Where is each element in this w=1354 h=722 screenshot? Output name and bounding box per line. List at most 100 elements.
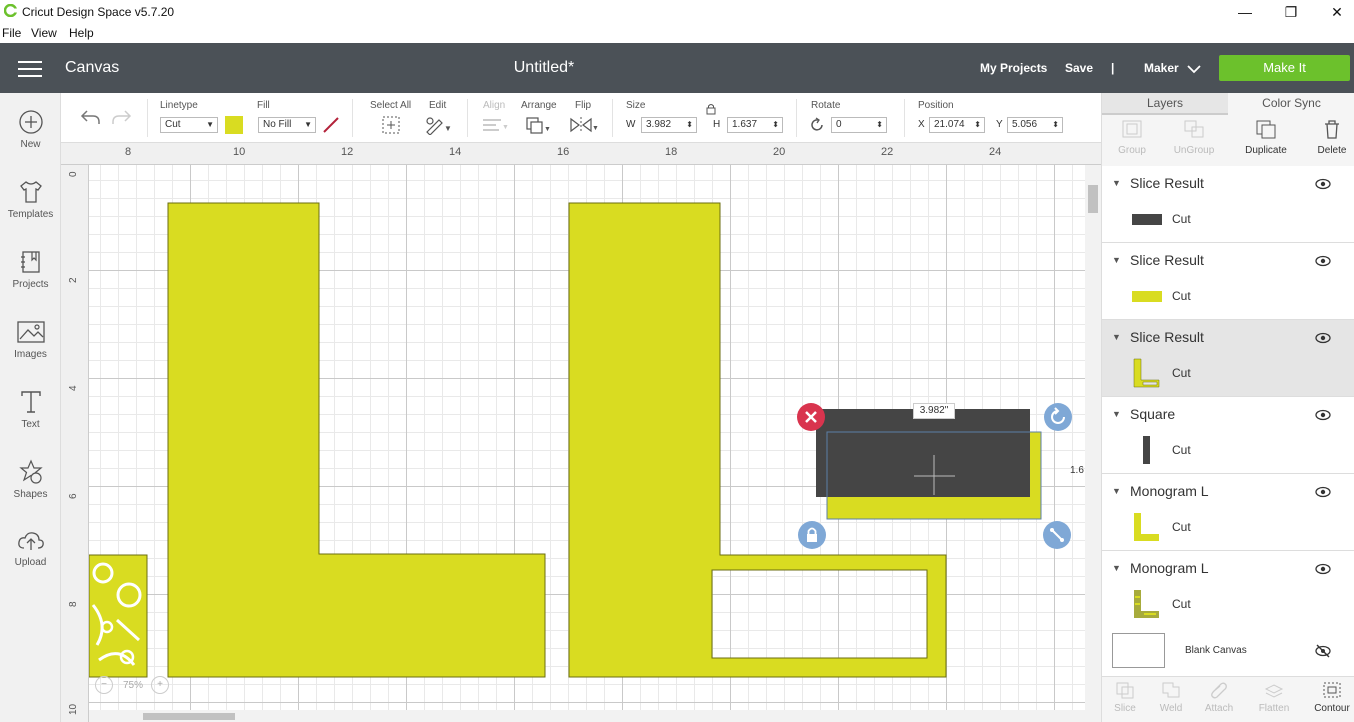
layer-item[interactable]: ▼ Monogram L Cut	[1102, 551, 1354, 628]
zoom-out-button[interactable]: −	[95, 676, 113, 694]
rotate-value: 0	[836, 119, 842, 130]
dark-square-rect[interactable]	[816, 409, 1030, 497]
horizontal-scrollbar[interactable]	[89, 710, 1101, 722]
height-input[interactable]: 1.637 ⬍	[727, 117, 783, 133]
arrange-icon[interactable]: ▼	[525, 115, 553, 135]
linetype-select[interactable]: Cut ▼	[160, 117, 218, 133]
flip-icon[interactable]: ▼	[569, 115, 599, 135]
sidebar-item-label: Templates	[7, 209, 54, 220]
group-button[interactable]: Group	[1102, 119, 1162, 156]
blank-canvas-swatch[interactable]	[1112, 633, 1165, 668]
select-all-icon[interactable]	[381, 115, 401, 135]
width-readout: 3.982"	[913, 403, 955, 419]
edit-tools-icon[interactable]: ▼	[424, 115, 452, 135]
vertical-scrollbar[interactable]	[1085, 165, 1101, 710]
zoom-in-button[interactable]: +	[151, 676, 169, 694]
layer-item-selected[interactable]: ▼ Slice Result Cut	[1102, 320, 1354, 397]
expand-arrow-icon[interactable]: ▼	[1112, 486, 1121, 496]
ruler-tick-label: 10	[68, 703, 79, 715]
tab-color-sync[interactable]: Color Sync	[1228, 93, 1354, 115]
close-window-button[interactable]: ✕	[1322, 2, 1352, 22]
delete-button[interactable]: Delete	[1302, 119, 1354, 156]
y-position-value: 5.056	[1012, 119, 1038, 130]
sidebar-item-new[interactable]: New	[0, 109, 61, 171]
lock-handle-icon[interactable]	[797, 520, 827, 550]
rotate-handle-icon[interactable]	[1043, 402, 1073, 432]
attach-button[interactable]: Attach	[1196, 681, 1242, 714]
weld-button[interactable]: Weld	[1148, 681, 1194, 714]
eye-icon[interactable]	[1315, 332, 1331, 344]
no-fill-swatch-icon[interactable]	[322, 116, 340, 134]
rotate-input[interactable]: 0 ⬍	[831, 117, 887, 133]
menu-help[interactable]: Help	[69, 26, 94, 40]
linetype-color-swatch[interactable]	[225, 116, 243, 134]
fill-select[interactable]: No Fill ▼	[258, 117, 316, 133]
layer-operation: Cut	[1172, 597, 1191, 611]
layer-name: Monogram L	[1130, 560, 1209, 576]
layer-item[interactable]: ▼ Monogram L Cut	[1102, 474, 1354, 551]
maximize-button[interactable]: ❐	[1276, 2, 1306, 22]
machine-select[interactable]: Maker	[1144, 61, 1179, 75]
y-position-input[interactable]: 5.056 ⬍	[1007, 117, 1063, 133]
layer-operation: Cut	[1172, 289, 1191, 303]
design-canvas[interactable]: 3.982" 1.6 − 75% +	[89, 165, 1085, 710]
sidebar-item-projects[interactable]: Projects	[0, 249, 61, 311]
expand-arrow-icon[interactable]: ▼	[1112, 332, 1121, 342]
blank-canvas-row[interactable]: Blank Canvas	[1102, 627, 1354, 677]
resize-handle-icon[interactable]	[1042, 520, 1072, 550]
make-it-button[interactable]: Make It	[1219, 55, 1350, 81]
size-label: Size	[626, 100, 646, 111]
save-button[interactable]: Save	[1065, 61, 1093, 75]
patterned-image[interactable]	[89, 554, 148, 678]
layer-item[interactable]: ▼ Slice Result Cut	[1102, 166, 1354, 243]
eye-icon[interactable]	[1315, 255, 1331, 267]
menu-view[interactable]: View	[31, 26, 57, 40]
eye-icon[interactable]	[1315, 409, 1331, 421]
layer-item[interactable]: ▼ Slice Result Cut	[1102, 243, 1354, 320]
align-label: Align	[483, 100, 506, 111]
contour-label: Contour	[1314, 703, 1350, 714]
minimize-button[interactable]: —	[1230, 2, 1260, 22]
eye-icon[interactable]	[1315, 486, 1331, 498]
x-position-input[interactable]: 21.074 ⬍	[929, 117, 985, 133]
menu-file[interactable]: File	[2, 26, 21, 40]
chevron-down-icon[interactable]	[1187, 64, 1201, 74]
my-projects-button[interactable]: My Projects	[980, 61, 1047, 75]
position-label: Position	[918, 100, 954, 111]
duplicate-button[interactable]: Duplicate	[1236, 119, 1296, 156]
ungroup-button[interactable]: UnGroup	[1164, 119, 1224, 156]
undo-icon[interactable]	[79, 107, 101, 127]
sidebar-item-shapes[interactable]: Shapes	[0, 459, 61, 521]
expand-arrow-icon[interactable]: ▼	[1112, 563, 1121, 573]
sidebar-item-upload[interactable]: Upload	[0, 529, 61, 591]
width-value: 3.982	[646, 119, 672, 130]
monogram-l-left[interactable]	[167, 202, 546, 678]
width-input[interactable]: 3.982 ⬍	[641, 117, 697, 133]
eye-icon[interactable]	[1315, 563, 1331, 575]
ruler-tick-label: 14	[449, 146, 462, 158]
layer-item[interactable]: ▼ Square Cut	[1102, 397, 1354, 474]
contour-button[interactable]: Contour	[1309, 681, 1354, 714]
ruler-tick-label: 8	[68, 601, 79, 607]
height-label: H	[713, 119, 721, 130]
eye-hidden-icon[interactable]	[1315, 644, 1331, 658]
delete-handle-icon[interactable]	[796, 402, 826, 432]
expand-arrow-icon[interactable]: ▼	[1112, 178, 1121, 188]
sidebar-item-images[interactable]: Images	[0, 319, 61, 381]
expand-arrow-icon[interactable]: ▼	[1112, 255, 1121, 265]
eye-icon[interactable]	[1315, 178, 1331, 190]
sidebar-item-text[interactable]: Text	[0, 389, 61, 451]
flatten-icon	[1264, 684, 1284, 698]
rotate-icon	[811, 117, 823, 131]
expand-arrow-icon[interactable]: ▼	[1112, 409, 1121, 419]
tab-layers[interactable]: Layers	[1102, 93, 1228, 115]
duplicate-label: Duplicate	[1245, 145, 1287, 156]
redo-icon[interactable]	[111, 107, 133, 127]
flatten-button[interactable]: Flatten	[1251, 681, 1297, 714]
slice-button[interactable]: Slice	[1102, 681, 1148, 714]
sidebar-item-templates[interactable]: Templates	[0, 179, 61, 241]
align-icon[interactable]: ▼	[481, 115, 509, 135]
header-separator: |	[1111, 61, 1115, 75]
lock-icon[interactable]	[705, 103, 717, 115]
svg-text:▼: ▼	[444, 124, 452, 133]
